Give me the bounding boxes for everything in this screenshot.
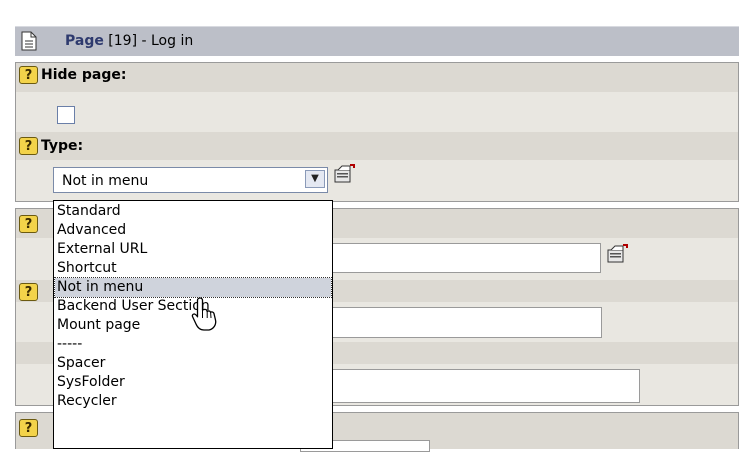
type-select-value: Not in menu (62, 173, 148, 189)
help-icon[interactable]: ? (19, 419, 38, 437)
help-icon[interactable]: ? (19, 66, 38, 84)
hand-pointer-icon (190, 296, 220, 332)
edit-record-icon[interactable] (606, 244, 628, 264)
chevron-down-icon[interactable]: ▼ (305, 170, 325, 188)
text-field[interactable] (300, 243, 601, 273)
hide-page-label: Hide page: (41, 67, 127, 83)
type-select[interactable]: Not in menu ▼ (53, 167, 328, 193)
help-icon[interactable]: ? (19, 215, 38, 233)
type-label: Type: (41, 138, 83, 154)
option-spacer[interactable]: Spacer (55, 354, 331, 373)
text-field[interactable] (300, 307, 602, 338)
page-title: Page [19] - Log in (65, 33, 193, 49)
option-divider[interactable]: ----- (55, 335, 331, 354)
help-icon[interactable]: ? (19, 137, 38, 155)
help-icon[interactable]: ? (19, 283, 38, 301)
option-advanced[interactable]: Advanced (55, 221, 331, 240)
option-recycler[interactable]: Recycler (55, 392, 331, 411)
hide-page-checkbox[interactable] (57, 106, 75, 124)
option-not-in-menu[interactable]: Not in menu (55, 278, 331, 297)
option-standard[interactable]: Standard (55, 202, 331, 221)
type-row (15, 132, 739, 160)
page-title-link[interactable]: Page (65, 33, 104, 49)
document-icon (21, 31, 37, 51)
page-title-rest: [19] - Log in (104, 33, 193, 49)
hide-page-value-row (15, 92, 739, 132)
edit-record-icon[interactable] (333, 164, 355, 184)
page-header: Page [19] - Log in (15, 26, 739, 56)
option-shortcut[interactable]: Shortcut (55, 259, 331, 278)
option-external-url[interactable]: External URL (55, 240, 331, 259)
text-field[interactable] (300, 369, 640, 403)
option-sysfolder[interactable]: SysFolder (55, 373, 331, 392)
